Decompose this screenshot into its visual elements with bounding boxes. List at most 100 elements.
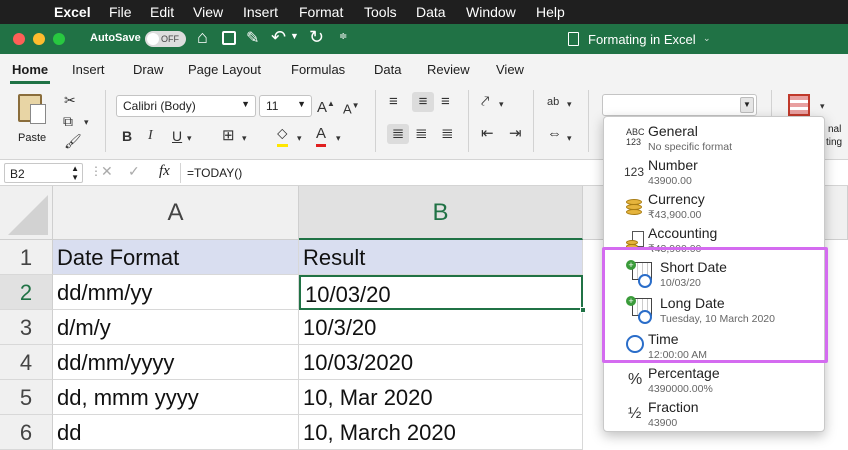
zoom-window-button[interactable]	[53, 33, 65, 45]
menu-edit[interactable]: Edit	[150, 4, 174, 20]
font-name-select[interactable]: Calibri (Body) ▼	[116, 95, 256, 117]
enter-icon[interactable]: ✓	[128, 163, 140, 180]
underline-chevron-icon[interactable]: ▾	[187, 128, 192, 148]
tab-review[interactable]: Review	[427, 62, 470, 77]
align-top-icon[interactable]: ≡	[389, 92, 398, 112]
row-header[interactable]: 5	[0, 380, 53, 415]
number-format-select[interactable]: ▼	[602, 94, 757, 116]
tab-formulas[interactable]: Formulas	[291, 62, 345, 77]
format-painter-icon[interactable]: 🖌	[64, 131, 82, 151]
column-header-b[interactable]: B	[299, 186, 583, 240]
formula-input[interactable]: =TODAY()	[187, 166, 242, 180]
tab-data[interactable]: Data	[374, 62, 401, 77]
menu-window[interactable]: Window	[466, 4, 516, 20]
table-cell[interactable]: dd/mm/yy	[53, 275, 299, 310]
tab-page-layout[interactable]: Page Layout	[188, 62, 261, 77]
format-option-fraction[interactable]: ½ Fraction 43900	[604, 397, 826, 431]
fill-color-icon[interactable]: ⬦	[277, 124, 288, 147]
increase-font-icon[interactable]: A▲	[317, 94, 335, 118]
align-left-icon[interactable]: ≣	[387, 124, 409, 144]
format-option-number[interactable]: 123 Number 43900.00	[604, 155, 826, 189]
table-cell[interactable]: dd, mmm yyyy	[53, 380, 299, 415]
orientation-chevron-icon[interactable]: ▾	[499, 94, 504, 114]
align-right-icon[interactable]: ≣	[441, 124, 454, 144]
select-all-corner[interactable]	[0, 186, 53, 240]
document-title[interactable]: Formating in Excel	[588, 32, 696, 47]
table-cell[interactable]: 10/3/20	[299, 310, 583, 345]
table-cell[interactable]: dd	[53, 415, 299, 450]
row-header[interactable]: 1	[0, 240, 53, 275]
tab-home[interactable]: Home	[12, 62, 48, 77]
tab-view[interactable]: View	[496, 62, 524, 77]
table-cell[interactable]: dd/mm/yyyy	[53, 345, 299, 380]
save-icon[interactable]	[222, 31, 236, 45]
column-header-a[interactable]: A	[53, 186, 299, 240]
menu-app-excel[interactable]: Excel	[54, 4, 91, 20]
table-cell[interactable]: 10, Mar 2020	[299, 380, 583, 415]
decrease-indent-icon[interactable]: ⇤	[481, 124, 494, 144]
menu-file[interactable]: File	[109, 4, 132, 20]
borders-chevron-icon[interactable]: ▾	[242, 128, 247, 148]
font-color-icon[interactable]: A	[316, 124, 327, 147]
header-cell[interactable]: Date Format	[53, 240, 299, 275]
orientation-icon[interactable]: ⤤	[481, 92, 489, 112]
menu-tools[interactable]: Tools	[364, 4, 397, 20]
table-cell[interactable]: 10/03/2020	[299, 345, 583, 380]
minimize-window-button[interactable]	[33, 33, 45, 45]
menu-insert[interactable]: Insert	[243, 4, 278, 20]
cond-format-chevron-icon[interactable]: ▾	[820, 96, 825, 116]
paste-button[interactable]: Paste	[14, 90, 54, 150]
close-window-button[interactable]	[13, 33, 25, 45]
format-option-currency[interactable]: Currency ₹43,900.00	[604, 189, 826, 223]
format-option-percentage[interactable]: % Percentage 4390000.00%	[604, 363, 826, 397]
row-header[interactable]: 2	[0, 275, 53, 310]
fill-chevron-icon[interactable]: ▾	[297, 128, 302, 148]
row-header[interactable]: 6	[0, 415, 53, 450]
undo-icon[interactable]: ↶	[271, 27, 286, 48]
home-icon[interactable]: ⌂	[197, 27, 208, 48]
autosave-toggle[interactable]: OFF	[145, 31, 186, 47]
menu-format[interactable]: Format	[299, 4, 343, 20]
number-format-chevron[interactable]: ▼	[740, 97, 754, 113]
menu-data[interactable]: Data	[416, 4, 446, 20]
redo-icon[interactable]: ↻	[309, 27, 324, 48]
font-size-select[interactable]: 11 ▼	[259, 95, 312, 117]
tab-draw[interactable]: Draw	[133, 62, 163, 77]
wrap-chevron-icon[interactable]: ▾	[567, 94, 572, 114]
header-cell[interactable]: Result	[299, 240, 583, 275]
align-bottom-icon[interactable]: ≡	[441, 92, 450, 112]
italic-icon[interactable]: I	[148, 126, 153, 146]
fill-handle[interactable]	[580, 307, 586, 313]
name-box[interactable]: B2 ▲ ▼	[4, 163, 83, 183]
merge-center-icon[interactable]: ⇔	[547, 124, 562, 144]
format-option-general[interactable]: ABC 123 General No specific format	[604, 121, 826, 155]
edit-icon[interactable]: ✎	[246, 28, 259, 48]
increase-indent-icon[interactable]: ⇥	[509, 124, 522, 144]
tab-insert[interactable]: Insert	[72, 62, 105, 77]
cancel-icon[interactable]: ✕	[101, 163, 113, 180]
underline-icon[interactable]: U	[172, 126, 182, 146]
copy-chevron-icon[interactable]: ▾	[84, 112, 89, 132]
menu-help[interactable]: Help	[536, 4, 565, 20]
copy-icon[interactable]: ⧉	[63, 111, 73, 131]
table-cell[interactable]: 10, March 2020	[299, 415, 583, 450]
align-middle-icon[interactable]: ≡	[412, 92, 434, 112]
menu-view[interactable]: View	[193, 4, 223, 20]
merge-chevron-icon[interactable]: ▾	[567, 128, 572, 148]
customize-toolbar-icon[interactable]: ≑	[339, 31, 347, 42]
borders-icon[interactable]: ⊞	[222, 126, 235, 146]
chevron-down-icon[interactable]: ▼	[290, 31, 299, 41]
row-header[interactable]: 4	[0, 345, 53, 380]
align-center-icon[interactable]: ≣	[415, 124, 428, 144]
insert-function-icon[interactable]: fx	[159, 163, 170, 180]
conditional-formatting-icon[interactable]	[788, 94, 810, 116]
cut-icon[interactable]: ✂	[64, 90, 76, 110]
decrease-font-icon[interactable]: A▼	[343, 96, 360, 119]
selected-cell[interactable]: 10/03/20	[299, 275, 583, 310]
title-chevron-icon[interactable]: ⌄	[703, 33, 711, 44]
font-color-chevron-icon[interactable]: ▾	[336, 128, 341, 148]
bold-icon[interactable]: B	[122, 126, 132, 146]
table-cell[interactable]: d/m/y	[53, 310, 299, 345]
row-header[interactable]: 3	[0, 310, 53, 345]
wrap-text-icon[interactable]: ab	[547, 92, 559, 112]
